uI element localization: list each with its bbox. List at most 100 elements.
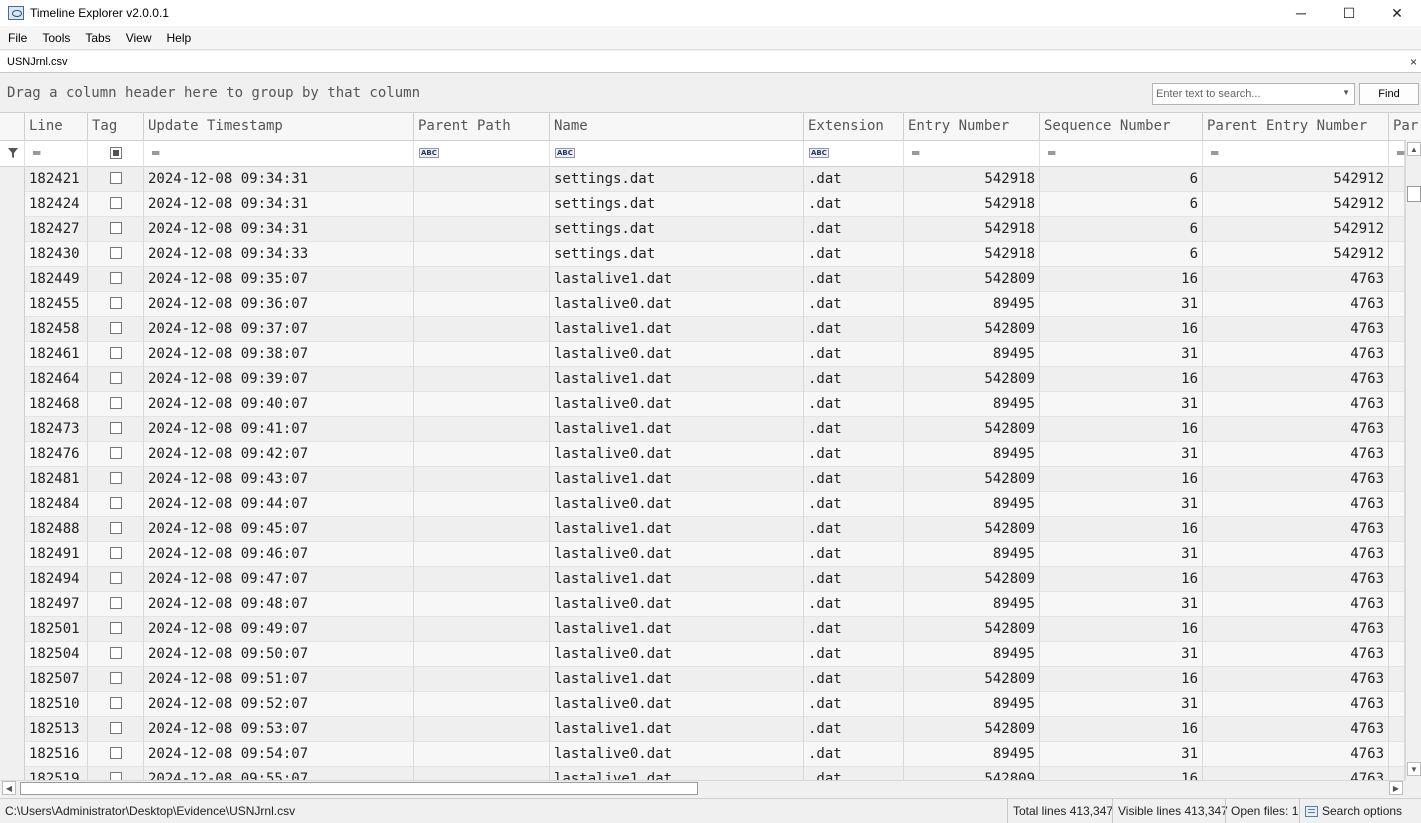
row-indicator[interactable] [0, 267, 25, 292]
cell-name[interactable]: lastalive1.dat [550, 517, 804, 542]
cell-tag[interactable] [88, 642, 144, 667]
cell-name[interactable]: lastalive0.dat [550, 542, 804, 567]
cell-parent-path[interactable] [414, 692, 550, 717]
row-indicator[interactable] [0, 542, 25, 567]
cell-extension[interactable]: .dat [804, 317, 904, 342]
cell-line[interactable]: 182516 [25, 742, 88, 767]
cell-parent-entry-number[interactable]: 4763 [1203, 492, 1389, 517]
cell-parent-entry-number[interactable]: 4763 [1203, 667, 1389, 692]
cell-update-timestamp[interactable]: 2024-12-08 09:34:31 [144, 192, 414, 217]
tag-checkbox[interactable] [110, 322, 122, 334]
cell-parent-entry-number[interactable]: 4763 [1203, 417, 1389, 442]
cell-entry-number[interactable]: 542809 [904, 717, 1040, 742]
cell-entry-number[interactable]: 542809 [904, 367, 1040, 392]
cell-line[interactable]: 182507 [25, 667, 88, 692]
filter-update-timestamp[interactable]: ═ [144, 141, 414, 167]
tag-checkbox[interactable] [110, 347, 122, 359]
cell-entry-number[interactable]: 542918 [904, 167, 1040, 192]
cell-name[interactable]: lastalive0.dat [550, 692, 804, 717]
cell-update-timestamp[interactable]: 2024-12-08 09:54:07 [144, 742, 414, 767]
cell-entry-number[interactable]: 542809 [904, 667, 1040, 692]
filter-tag[interactable] [88, 141, 144, 167]
table-row[interactable]: 182468 2024-12-08 09:40:07 lastalive0.dat.… [0, 392, 1421, 417]
table-row[interactable]: 182427 2024-12-08 09:34:31 settings.dat .da… [0, 217, 1421, 242]
cell-name[interactable]: lastalive1.dat [550, 717, 804, 742]
horizontal-scroll-thumb[interactable] [20, 782, 698, 795]
cell-sequence-number[interactable]: 31 [1040, 642, 1203, 667]
cell-parent-path[interactable] [414, 367, 550, 392]
cell-entry-number[interactable]: 89495 [904, 292, 1040, 317]
table-row[interactable]: 182464 2024-12-08 09:39:07 lastalive1.dat.… [0, 367, 1421, 392]
chevron-down-icon[interactable]: ▼ [1342, 88, 1350, 97]
cell-line[interactable]: 182427 [25, 217, 88, 242]
scroll-right-icon[interactable]: ▶ [1389, 781, 1403, 795]
filter-parent-entry-number[interactable]: ═ [1203, 141, 1389, 167]
cell-parent-path[interactable] [414, 192, 550, 217]
cell-update-timestamp[interactable]: 2024-12-08 09:45:07 [144, 517, 414, 542]
cell-parent-sequence[interactable] [1389, 742, 1405, 767]
tag-checkbox[interactable] [110, 372, 122, 384]
row-indicator[interactable] [0, 392, 25, 417]
cell-parent-entry-number[interactable]: 4763 [1203, 542, 1389, 567]
row-indicator[interactable] [0, 342, 25, 367]
cell-sequence-number[interactable]: 6 [1040, 167, 1203, 192]
cell-update-timestamp[interactable]: 2024-12-08 09:37:07 [144, 317, 414, 342]
cell-tag[interactable] [88, 317, 144, 342]
menu-file[interactable]: File [1, 26, 34, 50]
cell-parent-entry-number[interactable]: 4763 [1203, 767, 1389, 780]
cell-parent-entry-number[interactable]: 4763 [1203, 392, 1389, 417]
cell-parent-entry-number[interactable]: 4763 [1203, 617, 1389, 642]
filter-sequence-number[interactable]: ═ [1040, 141, 1203, 167]
horizontal-scrollbar[interactable]: ◀ ▶ [0, 780, 1405, 796]
cell-sequence-number[interactable]: 16 [1040, 667, 1203, 692]
cell-name[interactable]: settings.dat [550, 167, 804, 192]
tag-checkbox[interactable] [110, 297, 122, 309]
cell-extension[interactable]: .dat [804, 417, 904, 442]
cell-name[interactable]: lastalive0.dat [550, 742, 804, 767]
cell-extension[interactable]: .dat [804, 592, 904, 617]
vertical-scroll-thumb[interactable] [1407, 186, 1421, 202]
cell-update-timestamp[interactable]: 2024-12-08 09:53:07 [144, 717, 414, 742]
cell-parent-sequence[interactable] [1389, 192, 1405, 217]
cell-parent-entry-number[interactable]: 542912 [1203, 167, 1389, 192]
tab-usnjrnl[interactable]: USNJrnl.csv [2, 53, 73, 73]
cell-entry-number[interactable]: 542809 [904, 417, 1040, 442]
cell-entry-number[interactable]: 89495 [904, 692, 1040, 717]
cell-parent-sequence[interactable] [1389, 292, 1405, 317]
cell-sequence-number[interactable]: 31 [1040, 742, 1203, 767]
cell-parent-path[interactable] [414, 592, 550, 617]
table-row[interactable]: 182519 2024-12-08 09:55:07 lastalive1.dat.… [0, 767, 1421, 780]
cell-update-timestamp[interactable]: 2024-12-08 09:34:31 [144, 217, 414, 242]
column-header-parent-entry-number[interactable]: Parent Entry Number [1203, 113, 1389, 141]
cell-sequence-number[interactable]: 6 [1040, 242, 1203, 267]
cell-parent-sequence[interactable] [1389, 617, 1405, 642]
cell-line[interactable]: 182430 [25, 242, 88, 267]
cell-extension[interactable]: .dat [804, 442, 904, 467]
cell-entry-number[interactable]: 89495 [904, 392, 1040, 417]
cell-sequence-number[interactable]: 16 [1040, 367, 1203, 392]
cell-name[interactable]: lastalive0.dat [550, 442, 804, 467]
row-indicator[interactable] [0, 242, 25, 267]
cell-entry-number[interactable]: 89495 [904, 542, 1040, 567]
cell-parent-path[interactable] [414, 742, 550, 767]
filter-extension[interactable]: ABC [804, 141, 904, 167]
cell-name[interactable]: lastalive0.dat [550, 492, 804, 517]
cell-extension[interactable]: .dat [804, 617, 904, 642]
cell-parent-sequence[interactable] [1389, 342, 1405, 367]
table-row[interactable]: 182458 2024-12-08 09:37:07 lastalive1.dat.… [0, 317, 1421, 342]
table-row[interactable]: 182504 2024-12-08 09:50:07 lastalive0.dat.… [0, 642, 1421, 667]
cell-line[interactable]: 182424 [25, 192, 88, 217]
filter-name[interactable]: ABC [550, 141, 804, 167]
cell-tag[interactable] [88, 367, 144, 392]
cell-entry-number[interactable]: 542809 [904, 317, 1040, 342]
row-indicator[interactable] [0, 442, 25, 467]
cell-sequence-number[interactable]: 16 [1040, 417, 1203, 442]
menu-view[interactable]: View [119, 26, 159, 50]
tag-checkbox[interactable] [110, 572, 122, 584]
tag-checkbox[interactable] [110, 497, 122, 509]
cell-parent-path[interactable] [414, 517, 550, 542]
cell-entry-number[interactable]: 542809 [904, 617, 1040, 642]
cell-extension[interactable]: .dat [804, 192, 904, 217]
cell-name[interactable]: settings.dat [550, 192, 804, 217]
filter-line[interactable]: ═ [25, 141, 88, 167]
